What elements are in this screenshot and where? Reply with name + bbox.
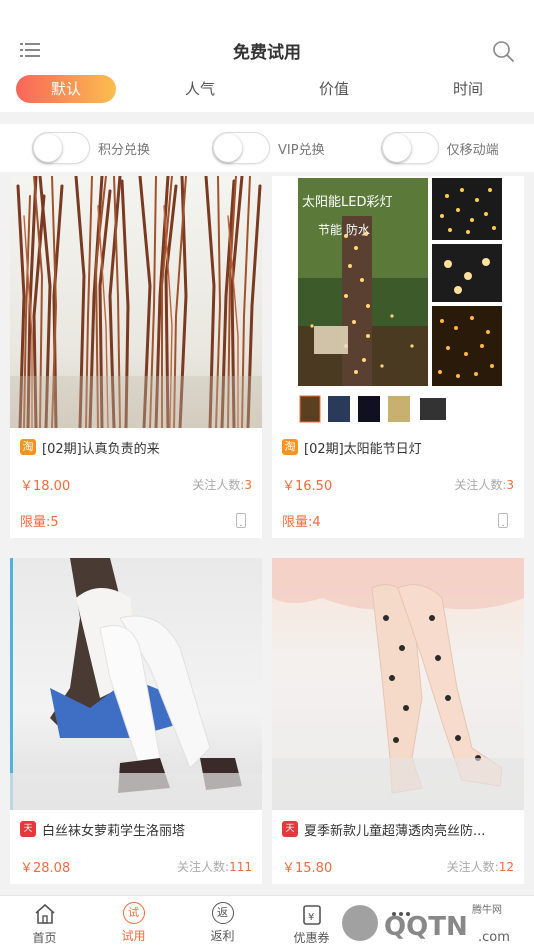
coupon-icon: ¥ [302, 905, 321, 925]
sheer-tights-illustration [272, 558, 524, 810]
tabbar-trial[interactable]: 试 试用 [89, 896, 178, 949]
product-name: 白丝袜女萝莉学生洛丽塔 [42, 823, 186, 839]
tab-value[interactable]: 价值 [284, 75, 384, 103]
tab-default[interactable]: 默认 [16, 75, 116, 103]
app-header: 免费试用 默认 人气 价值 时间 [0, 0, 534, 112]
toggle-knob [214, 134, 243, 162]
qqtn-watermark-logo: QQTN 腾牛网 .com [342, 903, 510, 945]
follow-label: 关注人数: [446, 859, 499, 874]
product-price: ￥18.00 [20, 478, 71, 494]
image-caption: 太阳能LED彩灯 [302, 195, 392, 210]
tabbar-home[interactable]: 首页 [0, 896, 89, 949]
product-price-row: ￥16.50 关注人数:3 [272, 466, 524, 502]
svg-text:腾牛网: 腾牛网 [472, 903, 502, 916]
solar-lights-illustration: 太阳能LED彩灯 节能 防水 [298, 178, 502, 423]
product-price-row: ￥18.00 关注人数:3 [10, 466, 262, 502]
filter-label: 仅移动端 [446, 142, 499, 158]
tabbar-label: 首页 [32, 931, 57, 945]
mobile-only-toggle[interactable] [380, 132, 439, 164]
filter-mobile-only: 仅移动端 [380, 132, 499, 164]
follow-label: 关注人数: [177, 859, 230, 874]
product-card[interactable]: 太阳能LED彩灯 节能 防水 淘 [02期]太阳能节日灯 ￥16.50 关注人数… [272, 176, 524, 538]
svg-text:QQTN: QQTN [384, 912, 468, 942]
product-price-row: ￥28.08 关注人数:111 [10, 848, 262, 884]
follow-number: 111 [229, 859, 252, 874]
product-limit: 限量:5 [20, 514, 59, 530]
product-limit-row: 限量:4 [272, 502, 524, 538]
image-caption-2: 节能 防水 [318, 222, 370, 237]
product-name-row: 淘 [02期]太阳能节日灯 [272, 428, 524, 466]
home-icon [34, 903, 55, 924]
branches-illustration [10, 176, 262, 428]
toggle-knob [34, 134, 62, 162]
product-name-row: 淘 [02期]认真负责的来 [10, 428, 262, 466]
product-price-row: ￥15.80 关注人数:12 [272, 848, 524, 884]
product-card[interactable]: 天猫 白丝袜女萝莉学生洛丽塔 ￥28.08 关注人数:111 [10, 558, 262, 884]
product-name: [02期]太阳能节日灯 [304, 441, 422, 457]
follow-count: 关注人数:12 [447, 858, 514, 875]
filter-bar: 积分兑换 VIP兑换 仅移动端 [0, 124, 534, 172]
filter-label: 积分兑换 [98, 142, 151, 158]
filter-vip-exchange: VIP兑换 [212, 132, 325, 164]
product-image[interactable] [10, 558, 262, 810]
points-exchange-toggle[interactable] [32, 132, 90, 164]
tab-time[interactable]: 时间 [418, 75, 518, 103]
product-image[interactable]: 太阳能LED彩灯 节能 防水 [272, 176, 524, 428]
tabbar-label: 返利 [210, 929, 235, 943]
taobao-badge: 淘 [282, 439, 298, 455]
tabbar-rebate[interactable]: 返 返利 [178, 896, 267, 949]
product-card[interactable]: 天猫 夏季新款儿童超薄透肉亮丝防... ￥15.80 关注人数:12 [272, 558, 524, 884]
follow-number: 3 [244, 477, 252, 492]
product-image[interactable] [272, 558, 524, 810]
follow-count: 关注人数:111 [177, 858, 252, 875]
tabbar-label: 优惠券 [293, 931, 330, 945]
trial-icon: 试 [122, 902, 145, 924]
svg-text:¥: ¥ [308, 912, 314, 923]
product-price: ￥15.80 [282, 860, 333, 876]
search-icon[interactable] [492, 40, 514, 62]
toggle-knob [382, 134, 411, 162]
tab-popularity[interactable]: 人气 [150, 75, 250, 103]
product-name-row: 天猫 白丝袜女萝莉学生洛丽塔 [10, 810, 262, 850]
product-image[interactable] [10, 176, 262, 428]
follow-count: 关注人数:3 [454, 476, 514, 493]
follow-count: 关注人数:3 [192, 476, 252, 493]
product-limit-row: 限量:5 [10, 502, 262, 538]
taobao-badge: 淘 [20, 439, 36, 455]
follow-label: 关注人数: [454, 477, 507, 492]
product-card[interactable]: 淘 [02期]认真负责的来 ￥18.00 关注人数:3 限量:5 [10, 176, 262, 538]
mobile-phone-icon [498, 512, 508, 528]
vip-exchange-toggle[interactable] [212, 132, 271, 164]
follow-label: 关注人数: [192, 477, 245, 492]
follow-number: 12 [498, 859, 514, 874]
sort-tabs: 默认 人气 价值 时间 [16, 74, 518, 104]
svg-text:.com: .com [478, 930, 510, 945]
tmall-badge: 天猫 [282, 821, 298, 850]
filter-label: VIP兑换 [278, 142, 325, 158]
tabbar-label: 试用 [121, 929, 146, 943]
product-name: [02期]认真负责的来 [42, 441, 160, 457]
white-stockings-illustration [10, 558, 262, 810]
product-price: ￥16.50 [282, 478, 333, 494]
product-limit: 限量:4 [282, 514, 321, 530]
tmall-badge: 天猫 [20, 821, 36, 850]
mobile-phone-icon [236, 512, 246, 528]
page-title: 免费试用 [233, 43, 301, 63]
rebate-icon: 返 [211, 902, 234, 924]
product-price: ￥28.08 [20, 860, 71, 876]
follow-number: 3 [506, 477, 514, 492]
product-name: 夏季新款儿童超薄透肉亮丝防... [304, 823, 486, 839]
filter-points-exchange: 积分兑换 [32, 132, 150, 164]
product-name-row: 天猫 夏季新款儿童超薄透肉亮丝防... [272, 810, 524, 850]
